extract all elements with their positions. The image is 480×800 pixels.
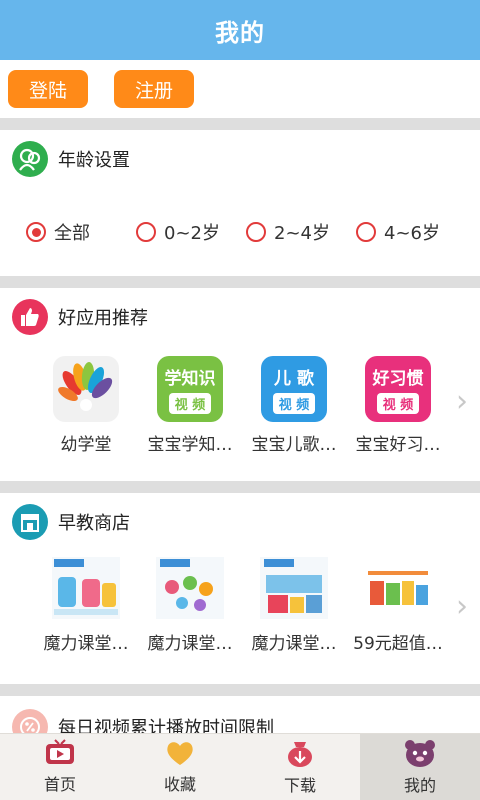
tab-mine[interactable]: 我的	[360, 734, 480, 800]
tab-label: 收藏	[163, 775, 196, 794]
tab-favorites[interactable]: 收藏	[120, 734, 240, 800]
video-app-icon: 儿 歌 视 频	[261, 356, 327, 422]
radio-selected-icon	[26, 222, 46, 242]
product-name: 59元超值…	[353, 634, 443, 654]
video-app-icon: 学知识 视 频	[157, 356, 223, 422]
app-icon-text: 学知识	[164, 369, 216, 389]
product-item[interactable]: 魔力课堂…	[34, 551, 138, 684]
video-app-icon: 好习惯 视 频	[365, 356, 431, 422]
age-option-4-6[interactable]: 4~6岁	[356, 219, 466, 245]
age-option-label: 全部	[54, 223, 90, 244]
app-name: 宝宝儿歌…	[251, 435, 337, 455]
app-icon-subtext: 视 频	[168, 393, 212, 414]
auth-bar: 登陆 注册	[0, 60, 480, 118]
apps-list: 幼学堂 学知识 视 频 宝宝学知… 儿 歌 视 频 宝宝儿歌… 好习惯 视 频 …	[0, 346, 480, 481]
top-bar: 我的	[0, 0, 480, 60]
radio-icon	[356, 222, 376, 242]
store-list: 魔力课堂… 魔力课堂… 魔力课堂… 59元超值… ›	[0, 551, 480, 684]
people-icon	[12, 141, 48, 177]
tab-label: 下载	[283, 776, 316, 795]
app-name: 幼学堂	[60, 435, 112, 455]
age-section-title: 年龄设置	[58, 150, 130, 171]
store-section-header: 早教商店	[0, 493, 480, 551]
product-name: 魔力课堂…	[43, 634, 129, 654]
peacock-icon	[53, 356, 119, 422]
apps-section-title: 好应用推荐	[58, 308, 148, 329]
age-option-label: 4~6岁	[384, 223, 440, 244]
age-option-all[interactable]: 全部	[26, 219, 136, 245]
login-button[interactable]: 登陆	[8, 70, 88, 108]
app-item[interactable]: 好习惯 视 频 宝宝好习…	[346, 346, 450, 481]
app-icon-text: 儿 歌	[274, 369, 314, 389]
store-section-title: 早教商店	[58, 513, 130, 534]
app-icon-text: 好习惯	[372, 369, 424, 389]
download-bag-icon	[288, 742, 312, 767]
apps-section-header: 好应用推荐	[0, 288, 480, 346]
product-image	[156, 557, 224, 619]
tab-label: 首页	[43, 775, 76, 794]
product-item[interactable]: 59元超值…	[346, 551, 450, 684]
age-options: 全部 0~2岁 2~4岁 4~6岁	[0, 188, 480, 276]
divider	[0, 684, 480, 696]
app-icon-subtext: 视 频	[272, 393, 316, 414]
age-option-label: 2~4岁	[274, 223, 330, 244]
product-item[interactable]: 魔力课堂…	[242, 551, 346, 684]
app-name: 宝宝好习…	[355, 435, 441, 455]
product-name: 魔力课堂…	[147, 634, 233, 654]
register-button[interactable]: 注册	[114, 70, 194, 108]
bottom-tab-bar: 首页 收藏 下载 我的	[0, 733, 480, 800]
thumbs-up-icon	[12, 299, 48, 335]
product-name: 魔力课堂…	[251, 634, 337, 654]
age-option-2-4[interactable]: 2~4岁	[246, 219, 356, 245]
product-image	[364, 557, 432, 619]
chevron-right-icon[interactable]: ›	[456, 589, 468, 624]
app-item[interactable]: 儿 歌 视 频 宝宝儿歌…	[242, 346, 346, 481]
divider	[0, 118, 480, 130]
heart-icon	[167, 742, 193, 765]
shop-icon	[12, 504, 48, 540]
app-item[interactable]: 幼学堂	[34, 346, 138, 481]
bear-icon	[405, 740, 435, 767]
age-option-label: 0~2岁	[164, 223, 220, 244]
tv-icon	[46, 739, 74, 764]
divider	[0, 276, 480, 288]
radio-icon	[246, 222, 266, 242]
product-image	[260, 557, 328, 619]
radio-icon	[136, 222, 156, 242]
page-title: 我的	[215, 18, 265, 47]
product-item[interactable]: 魔力课堂…	[138, 551, 242, 684]
tab-download[interactable]: 下载	[240, 734, 360, 800]
app-item[interactable]: 学知识 视 频 宝宝学知…	[138, 346, 242, 481]
app-name: 宝宝学知…	[147, 435, 233, 455]
tab-home[interactable]: 首页	[0, 734, 120, 800]
age-section-header: 年龄设置	[0, 130, 480, 188]
chevron-right-icon[interactable]: ›	[456, 384, 468, 419]
tab-label: 我的	[403, 776, 436, 795]
divider	[0, 481, 480, 493]
age-option-0-2[interactable]: 0~2岁	[136, 219, 246, 245]
product-image	[52, 557, 120, 619]
app-icon-subtext: 视 频	[376, 393, 420, 414]
